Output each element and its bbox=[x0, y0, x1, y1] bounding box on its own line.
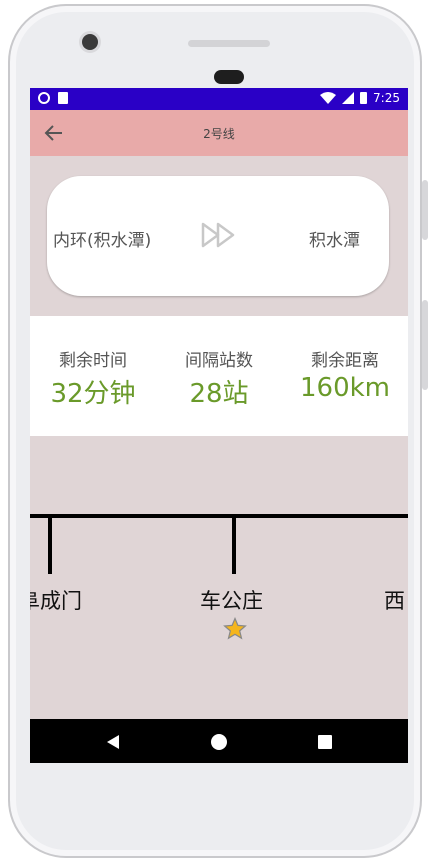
stat-value: 160km bbox=[299, 373, 390, 403]
app-bar: 2号线 bbox=[30, 110, 408, 156]
speaker-grille bbox=[188, 40, 270, 47]
status-time: 7:25 bbox=[373, 91, 400, 105]
back-triangle-icon[interactable] bbox=[105, 734, 121, 750]
stat-station-count: 间隔站数 28站 bbox=[156, 346, 282, 410]
stat-remaining-time: 剩余时间 32分钟 bbox=[30, 346, 156, 410]
station-label[interactable]: 西 bbox=[384, 585, 405, 615]
recents-square-icon[interactable] bbox=[318, 735, 332, 749]
station-label[interactable]: 车公庄 bbox=[200, 585, 263, 615]
screen: 7:25 2号线 内环(积水潭) 积水潭 剩余时间 32分钟 间隔站数 28站 … bbox=[30, 88, 408, 763]
system-nav-bar bbox=[30, 719, 408, 763]
battery-icon bbox=[360, 92, 368, 104]
notification-dot-icon bbox=[38, 92, 50, 104]
wifi-icon bbox=[320, 92, 337, 104]
side-button bbox=[422, 180, 428, 240]
stat-value: 28站 bbox=[189, 379, 249, 409]
route-from: 内环(积水潭) bbox=[53, 231, 152, 251]
star-icon bbox=[223, 617, 247, 640]
trip-stats: 剩余时间 32分钟 间隔站数 28站 剩余距离 160km bbox=[30, 316, 408, 436]
stat-label: 剩余时间 bbox=[59, 351, 127, 371]
fast-forward-icon bbox=[201, 222, 235, 248]
status-bar: 7:25 bbox=[30, 88, 408, 110]
stat-remaining-distance: 剩余距离 160km bbox=[282, 346, 408, 403]
stat-label: 剩余距离 bbox=[311, 351, 379, 371]
sd-card-icon bbox=[58, 92, 68, 104]
side-button bbox=[422, 300, 428, 390]
page-title: 2号线 bbox=[203, 127, 235, 141]
stat-label: 间隔站数 bbox=[185, 351, 253, 371]
station-label[interactable]: 阜成门 bbox=[30, 585, 82, 615]
home-circle-icon[interactable] bbox=[211, 734, 227, 750]
front-camera bbox=[82, 34, 98, 50]
signal-icon bbox=[342, 92, 355, 104]
route-to: 积水潭 bbox=[309, 231, 360, 251]
route-card: 内环(积水潭) 积水潭 bbox=[47, 176, 389, 296]
line-track bbox=[30, 514, 408, 574]
stat-value: 32分钟 bbox=[50, 379, 136, 409]
earpiece bbox=[214, 70, 244, 84]
metro-line-map: 阜成门 车公庄 西 bbox=[30, 512, 408, 652]
